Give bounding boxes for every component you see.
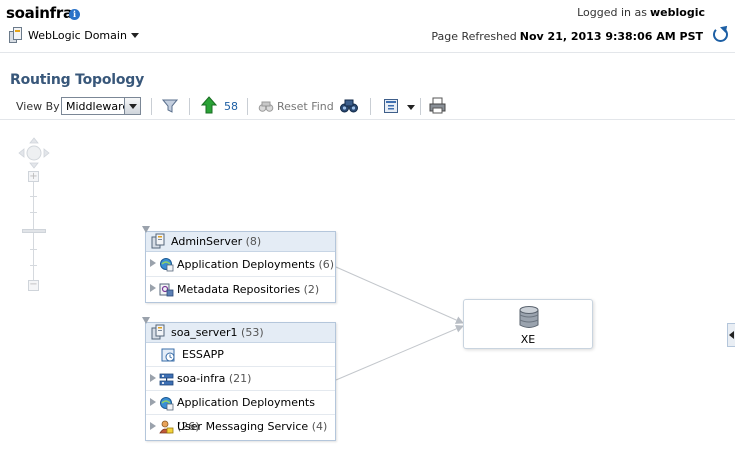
toolbar-divider <box>151 98 152 115</box>
info-icon[interactable]: i <box>69 9 80 20</box>
soa-server1-count: (53) <box>241 326 264 339</box>
row-label: Application Deployments <box>177 396 315 409</box>
database-name: XE <box>520 333 536 346</box>
row-count: (4) <box>311 420 328 433</box>
soa-server1-name: soa_server1 <box>171 326 238 339</box>
soa-server1-row-soa-infra[interactable]: soa-infra (21) <box>146 367 335 391</box>
reset-find-button[interactable]: Reset Find <box>277 100 334 113</box>
arrow-up-icon[interactable] <box>201 96 217 114</box>
soa-server1-row-user-messaging-service[interactable]: User Messaging Service (4) <box>146 415 335 439</box>
adminserver-header[interactable]: AdminServer (8) <box>142 226 335 252</box>
expand-toggle-icon[interactable] <box>150 422 156 430</box>
adminserver-name: AdminServer <box>171 235 243 248</box>
row-label: soa-infra <box>177 372 226 385</box>
zoom-slider-thumb[interactable] <box>22 229 46 233</box>
login-status: Logged in as weblogic <box>577 6 705 19</box>
collapse-toggle-icon[interactable] <box>142 226 150 233</box>
refresh-icon[interactable] <box>713 27 728 42</box>
view-by-select[interactable]: Middleware <box>61 97 141 115</box>
expand-toggle-icon[interactable] <box>150 284 156 292</box>
zoom-out-button[interactable]: − <box>28 280 39 291</box>
filter-icon[interactable] <box>162 98 178 114</box>
topology-edges <box>335 266 464 381</box>
adminserver-row-metadata-repositories[interactable]: Metadata Repositories (2) <box>146 277 335 302</box>
adminserver-row-app-deployments[interactable]: Application Deployments (6) <box>146 252 335 277</box>
app-title: soainfra <box>6 4 73 22</box>
application-deployment-icon <box>160 258 174 272</box>
logged-in-label: Logged in as <box>577 6 647 19</box>
user-messaging-icon <box>159 420 174 434</box>
username[interactable]: weblogic <box>650 6 705 19</box>
metadata-repository-icon <box>159 283 174 297</box>
reset-find-icon[interactable] <box>258 98 274 114</box>
adminserver-node[interactable]: AdminServer (8) Application Deployments … <box>142 226 336 303</box>
chevron-down-icon <box>130 33 139 38</box>
soa-server1-header[interactable]: soa_server1 (53) <box>142 317 335 343</box>
expand-toggle-icon[interactable] <box>150 259 156 267</box>
zoom-tick <box>30 249 37 250</box>
page-refreshed-status: Page Refreshed Nov 21, 2013 9:38:06 AM PS… <box>431 30 703 43</box>
edge-adminserver-to-xe <box>335 266 464 324</box>
pan-control[interactable] <box>18 137 50 169</box>
expand-toggle-icon[interactable] <box>150 398 156 406</box>
zoom-tick <box>30 196 37 197</box>
view-by-label: View By <box>16 100 60 113</box>
side-panel-toggle[interactable] <box>727 323 735 347</box>
view-by-value: Middleware <box>66 100 130 113</box>
row-count: (21) <box>228 372 252 385</box>
row-label: ESSAPP <box>182 348 224 361</box>
toolbar-divider <box>420 98 421 115</box>
server-icon <box>151 233 165 249</box>
refreshed-time: Nov 21, 2013 9:38:06 AM PST <box>519 30 703 43</box>
ess-app-icon <box>161 348 175 362</box>
layout-menu-chevron-icon[interactable] <box>407 105 415 110</box>
soa-infra-icon <box>159 373 174 386</box>
zoom-tick <box>30 212 37 213</box>
expand-toggle-icon[interactable] <box>150 374 156 382</box>
soa-server1-node[interactable]: soa_server1 (53) ESSAPP soa-infra (21) A… <box>142 317 336 441</box>
domain-menu-label: WebLogic Domain <box>28 28 127 42</box>
adminserver-count: (8) <box>245 235 262 248</box>
row-count: (6) <box>318 258 335 271</box>
toolbar-divider <box>370 98 371 115</box>
row-label: User Messaging Service <box>177 420 309 433</box>
up-count[interactable]: 58 <box>224 100 238 113</box>
row-label: Application Deployments <box>177 258 315 271</box>
soa-server1-row-essapp[interactable]: ESSAPP <box>146 343 335 367</box>
database-node-xe[interactable]: XE <box>463 299 593 349</box>
application-deployment-icon <box>160 397 174 411</box>
printer-icon[interactable] <box>429 97 446 114</box>
dropdown-arrow-icon <box>124 98 140 114</box>
collapse-toggle-icon[interactable] <box>142 317 150 324</box>
soa-server1-row-app-deployments[interactable]: Application Deployments (26) <box>146 391 335 433</box>
page-title: Routing Topology <box>10 72 145 88</box>
weblogic-domain-menu[interactable]: WebLogic Domain <box>9 27 139 43</box>
topology-toolbar: View By Middleware 58 Reset Find <box>0 96 735 118</box>
binoculars-icon[interactable] <box>340 99 358 113</box>
header-divider <box>0 52 735 53</box>
layout-icon[interactable] <box>383 98 399 114</box>
zoom-in-button[interactable]: + <box>28 171 39 182</box>
server-icon <box>151 324 165 340</box>
refreshed-label: Page Refreshed <box>431 30 517 43</box>
row-label: Metadata Repositories <box>177 283 301 296</box>
toolbar-divider-line <box>0 119 735 120</box>
row-count: (2) <box>303 283 320 296</box>
database-icon <box>519 306 539 328</box>
zoom-tick <box>30 265 37 266</box>
toolbar-divider <box>189 98 190 115</box>
toolbar-divider <box>247 98 248 115</box>
edge-soa-server-to-xe <box>335 325 464 381</box>
domain-icon <box>9 27 22 43</box>
